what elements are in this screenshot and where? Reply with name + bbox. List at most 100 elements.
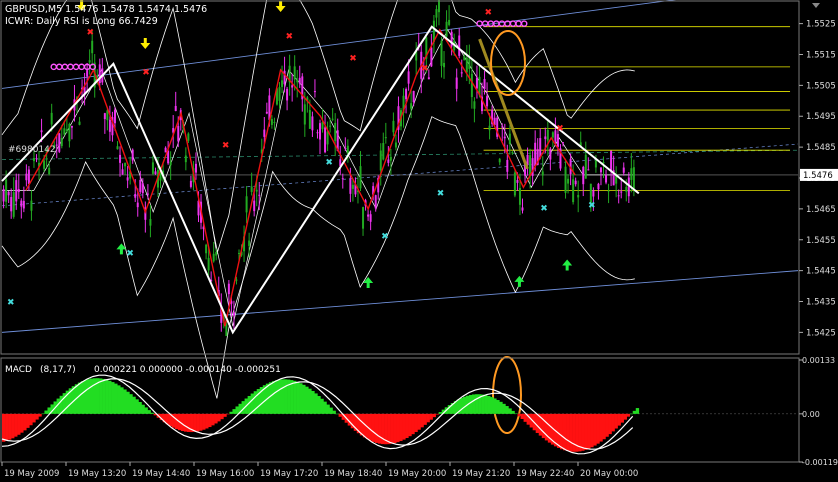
candle (126, 177, 129, 181)
candle (303, 104, 306, 125)
candle (103, 113, 106, 120)
macd-histogram-bar (435, 413, 439, 415)
candle (265, 111, 268, 114)
time-tick-label: 19 May 17:20 (260, 469, 318, 479)
candle (362, 207, 365, 229)
candle (298, 77, 301, 84)
candle (215, 251, 218, 256)
candle (10, 197, 13, 212)
candle (311, 116, 314, 131)
candle (334, 122, 337, 142)
macd-histogram-bar (138, 402, 142, 414)
candle (605, 174, 608, 183)
candle (169, 161, 172, 166)
candle (113, 109, 116, 124)
macd-histogram-bar (496, 400, 500, 414)
macd-histogram-bar (174, 413, 179, 430)
candle (437, 0, 440, 13)
candle (405, 89, 408, 100)
candle (544, 136, 547, 140)
level-label: #6980142 (8, 145, 56, 155)
candle (116, 146, 119, 150)
macd-histogram-bar (144, 407, 148, 414)
macd-histogram-bar (617, 413, 621, 426)
macd-histogram-bar (229, 411, 233, 414)
candle (17, 189, 20, 193)
macd-histogram-bar (290, 380, 294, 414)
candle (278, 87, 281, 101)
macd-histogram-bar (520, 413, 524, 420)
candle (321, 122, 324, 130)
macd-histogram-bar (438, 412, 442, 414)
red-star-marker: ✖ (286, 32, 294, 42)
candle (430, 47, 433, 67)
candle (443, 62, 446, 68)
candle (189, 180, 192, 187)
candle (503, 136, 506, 139)
red-star-marker: ✖ (485, 8, 493, 18)
candle (427, 77, 430, 80)
macd-histogram-bar (323, 401, 327, 414)
candle (556, 134, 559, 147)
macd-histogram-bar (329, 407, 333, 414)
macd-histogram-bar (335, 413, 339, 415)
macd-histogram-bar (126, 391, 130, 414)
macd-histogram-bar (556, 413, 561, 448)
macd-histogram-bar (208, 413, 212, 428)
macd-histogram-bar (214, 413, 218, 424)
candle (141, 183, 144, 194)
macd-histogram-bar (268, 382, 273, 414)
candle (263, 129, 266, 137)
macd-histogram-bar (14, 413, 18, 437)
macd-histogram-bar (293, 380, 297, 414)
macd-histogram-bar (468, 394, 473, 414)
time-tick-label: 20 May 00:00 (580, 469, 638, 479)
cyan-star-marker: ✖ (588, 201, 596, 211)
macd-histogram-bar (147, 410, 151, 414)
macd-tick-label: 0.00133 (802, 356, 835, 365)
macd-histogram-bar (235, 406, 239, 414)
macd-histogram-bar (141, 404, 145, 414)
candle (577, 194, 580, 198)
candle (65, 129, 68, 132)
candle (488, 125, 491, 131)
candle (136, 202, 139, 208)
macd-histogram-bar (390, 413, 394, 444)
macd-histogram-bar (371, 413, 376, 442)
macd-histogram-bar (608, 413, 612, 435)
candle (379, 150, 382, 171)
candle (60, 137, 63, 147)
candle (212, 253, 215, 262)
macd-histogram-bar (423, 413, 427, 425)
macd-histogram-bar (499, 401, 503, 414)
candle (7, 191, 10, 196)
candle (458, 35, 461, 56)
candle (407, 71, 410, 84)
time-tick-label: 19 May 13:20 (68, 469, 126, 479)
candle (473, 101, 476, 109)
time-tick-label: 19 May 21:20 (452, 469, 510, 479)
macd-histogram-bar (217, 413, 221, 422)
candle (435, 9, 438, 18)
macd-histogram-bar (232, 409, 236, 414)
macd-histogram-bar (196, 413, 200, 432)
candle (346, 145, 349, 154)
candle (567, 178, 570, 184)
macd-histogram-bar (459, 397, 464, 414)
macd-histogram-bar (511, 410, 515, 414)
price-tick-label: 1.5455 (806, 236, 836, 246)
candle (108, 119, 111, 132)
red-star-marker: ✖ (222, 141, 230, 151)
red-star-marker: ✖ (349, 54, 357, 64)
macd-histogram-bar (26, 413, 30, 428)
trading-chart[interactable]: ✖ ✖ ✖ ✖ ✖ ✖ ✖ ✖ ✖ ✖ ✖ ✖ ✖ ✖ ✖ 1.5525 1.5515 1.5505 1.5495… (0, 0, 838, 482)
candle (40, 130, 43, 133)
macd-histogram-bar (374, 413, 379, 443)
macd-histogram-bar (475, 394, 479, 414)
candle (597, 183, 600, 190)
macd-histogram-bar (296, 381, 300, 414)
candle (121, 169, 124, 175)
candle (88, 60, 91, 63)
candle (232, 312, 235, 316)
candle (351, 184, 354, 189)
